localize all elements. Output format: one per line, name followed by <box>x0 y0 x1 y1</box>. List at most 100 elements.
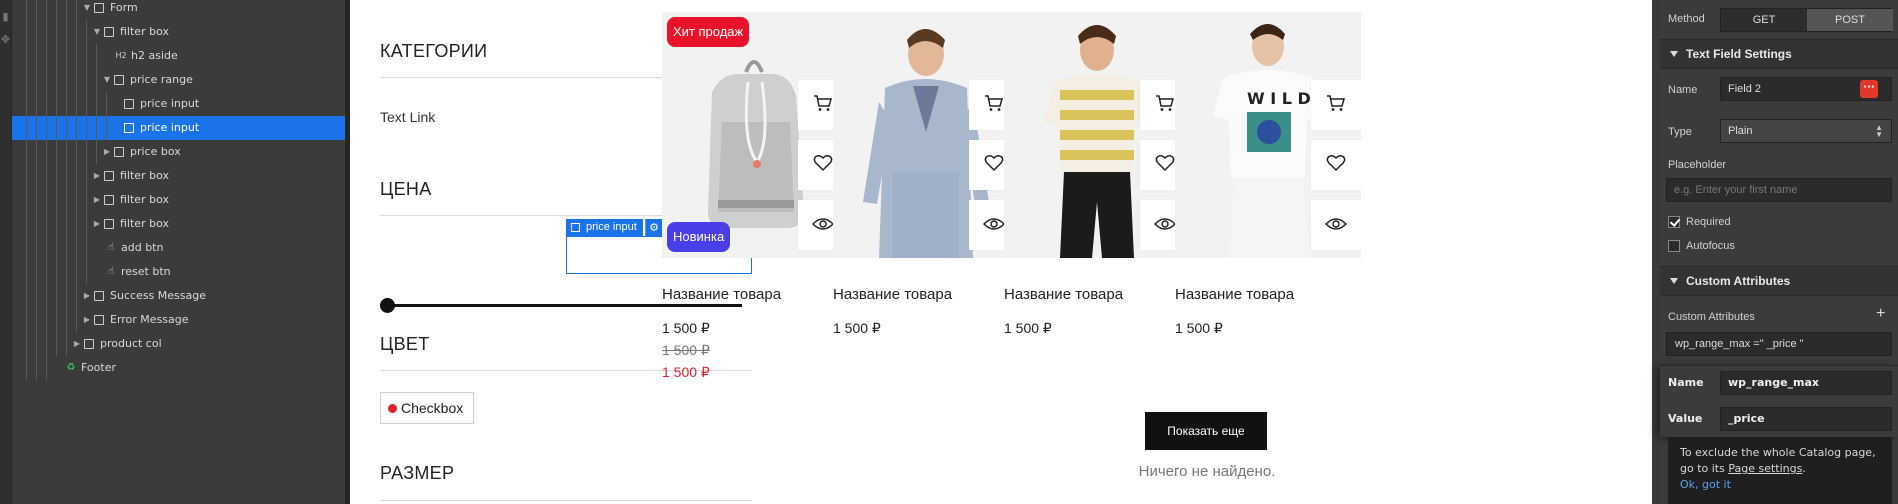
tree-item[interactable]: ☝ reset btn <box>12 260 345 284</box>
tree-guide <box>46 20 47 44</box>
tree-item[interactable]: price input <box>12 116 345 140</box>
heart-button[interactable] <box>1311 140 1361 190</box>
tree-item-label: Footer <box>81 361 116 374</box>
custom-attributes-header[interactable]: Custom Attributes <box>1660 266 1898 296</box>
div-block-icon <box>104 27 114 37</box>
price-slider-handle[interactable] <box>380 298 395 313</box>
text-field-settings-header[interactable]: Text Field Settings <box>1660 39 1898 69</box>
rail-puzzle-icon[interactable]: ✥ <box>0 33 11 46</box>
tree-item[interactable]: H2 h2 aside <box>12 44 345 68</box>
cart-button[interactable] <box>1311 80 1361 130</box>
method-toggle[interactable]: GET POST <box>1720 8 1893 32</box>
tree-guide <box>46 68 47 92</box>
color-checkbox[interactable]: Checkbox <box>380 392 475 424</box>
tree-guide <box>26 188 27 212</box>
caret-right-icon[interactable]: ▶ <box>82 284 92 308</box>
product-name[interactable]: Название товара <box>662 286 781 303</box>
text-link[interactable]: Text Link <box>380 109 435 125</box>
binding-options-icon[interactable]: ··· <box>1860 80 1878 98</box>
autofocus-checkbox[interactable] <box>1668 240 1680 252</box>
price-slider-track[interactable] <box>386 304 742 307</box>
product-name[interactable]: Название товара <box>833 286 952 303</box>
tree-guide <box>46 236 47 260</box>
tree-guide <box>66 20 67 44</box>
tree-guide <box>76 116 77 140</box>
eye-icon <box>982 216 1006 235</box>
product-card[interactable]: Название товара 1 500 ₽ <box>833 12 1019 336</box>
caret-down-icon[interactable]: ▼ <box>92 20 102 44</box>
tree-item[interactable]: ▶ product col <box>12 332 345 356</box>
tree-guide <box>106 116 107 140</box>
navigator-rail: ▮ ✥ <box>0 0 12 504</box>
custom-attribute-row[interactable]: wp_range_max =" _price " <box>1666 332 1892 356</box>
tree-guide <box>86 140 87 164</box>
product-image[interactable] <box>1004 12 1190 258</box>
attr-name-label: Name <box>1668 376 1704 389</box>
method-post-option[interactable]: POST <box>1807 9 1893 31</box>
tree-guide <box>46 356 47 380</box>
tree-item[interactable]: ▼ Form <box>12 0 345 20</box>
product-card[interactable]: Название товара 1 500 ₽ <box>1004 12 1190 336</box>
product-card[interactable]: W I L D Название товара 1 500 ₽ <box>1175 12 1361 336</box>
tree-guide <box>46 44 47 68</box>
tree-guide <box>36 140 37 164</box>
tree-item[interactable]: ▶ filter box <box>12 188 345 212</box>
price-title: ЦЕНА <box>380 179 432 199</box>
collapse-triangle-icon <box>1670 51 1678 57</box>
tree-guide <box>96 92 97 116</box>
tree-item[interactable]: ▶ filter box <box>12 212 345 236</box>
product-name[interactable]: Название товара <box>1175 286 1294 303</box>
tree-item[interactable]: ♻ Footer <box>12 356 345 380</box>
eye-button[interactable] <box>1311 200 1361 250</box>
caret-right-icon[interactable]: ▶ <box>92 188 102 212</box>
tree-guide <box>26 140 27 164</box>
rail-icon-top[interactable]: ▮ <box>0 10 11 23</box>
gear-icon[interactable]: ⚙ <box>645 219 662 236</box>
product-card[interactable]: Хит продаж Новинка Название товара 1 500 ₽ 1… <box>662 12 848 380</box>
tree-guide <box>26 332 27 356</box>
product-image[interactable]: W I L D <box>1175 12 1361 258</box>
tree-guide <box>46 284 47 308</box>
show-more-button[interactable]: Показать еще <box>1145 412 1267 450</box>
tree-item[interactable]: ☝ add btn <box>12 236 345 260</box>
method-get-option[interactable]: GET <box>1721 9 1807 31</box>
select-arrows-icon: ▲ ▼ <box>1875 123 1883 139</box>
product-image[interactable]: Хит продаж Новинка <box>662 12 848 258</box>
tree-item[interactable]: ▶ Success Message <box>12 284 345 308</box>
tree-item[interactable]: ▶ Error Message <box>12 308 345 332</box>
placeholder-input[interactable]: e.g. Enter your first name <box>1666 178 1892 202</box>
tree-item-label: price box <box>130 145 181 158</box>
attr-value-input[interactable]: _price <box>1720 407 1892 431</box>
tree-guide <box>46 188 47 212</box>
tree-guide <box>96 140 97 164</box>
tree-guide <box>26 92 27 116</box>
caret-right-icon[interactable]: ▶ <box>82 308 92 332</box>
type-select[interactable]: Plain ▲ ▼ <box>1720 119 1892 143</box>
tree-guide <box>36 308 37 332</box>
tree-guide <box>66 236 67 260</box>
tree-item-label: filter box <box>120 25 169 38</box>
attr-name-input[interactable]: wp_range_max <box>1720 371 1892 395</box>
required-checkbox[interactable] <box>1668 216 1680 228</box>
size-title: РАЗМЕР <box>380 463 455 483</box>
page-settings-link[interactable]: Page settings <box>1728 462 1802 475</box>
tree-item-label: h2 aside <box>131 49 178 62</box>
element-box-icon <box>571 223 580 232</box>
caret-down-icon[interactable]: ▼ <box>102 68 112 92</box>
tree-item[interactable]: ▶ price box <box>12 140 345 164</box>
caret-down-icon[interactable]: ▼ <box>82 0 92 20</box>
caret-right-icon[interactable]: ▶ <box>102 140 112 164</box>
tree-item[interactable]: ▶ filter box <box>12 164 345 188</box>
tree-guide <box>26 284 27 308</box>
caret-right-icon[interactable]: ▶ <box>72 332 82 356</box>
tree-item[interactable]: price input <box>12 92 345 116</box>
add-attribute-plus-icon[interactable]: + <box>1876 305 1885 323</box>
caret-right-icon[interactable]: ▶ <box>92 212 102 236</box>
selected-element-tag[interactable]: price input <box>566 219 643 236</box>
ok-got-it-link[interactable]: Ok, got it <box>1680 477 1882 493</box>
product-name[interactable]: Название товара <box>1004 286 1123 303</box>
product-image[interactable] <box>833 12 1019 258</box>
caret-right-icon[interactable]: ▶ <box>92 164 102 188</box>
tree-item[interactable]: ▼ filter box <box>12 20 345 44</box>
tree-item[interactable]: ▼ price range <box>12 68 345 92</box>
